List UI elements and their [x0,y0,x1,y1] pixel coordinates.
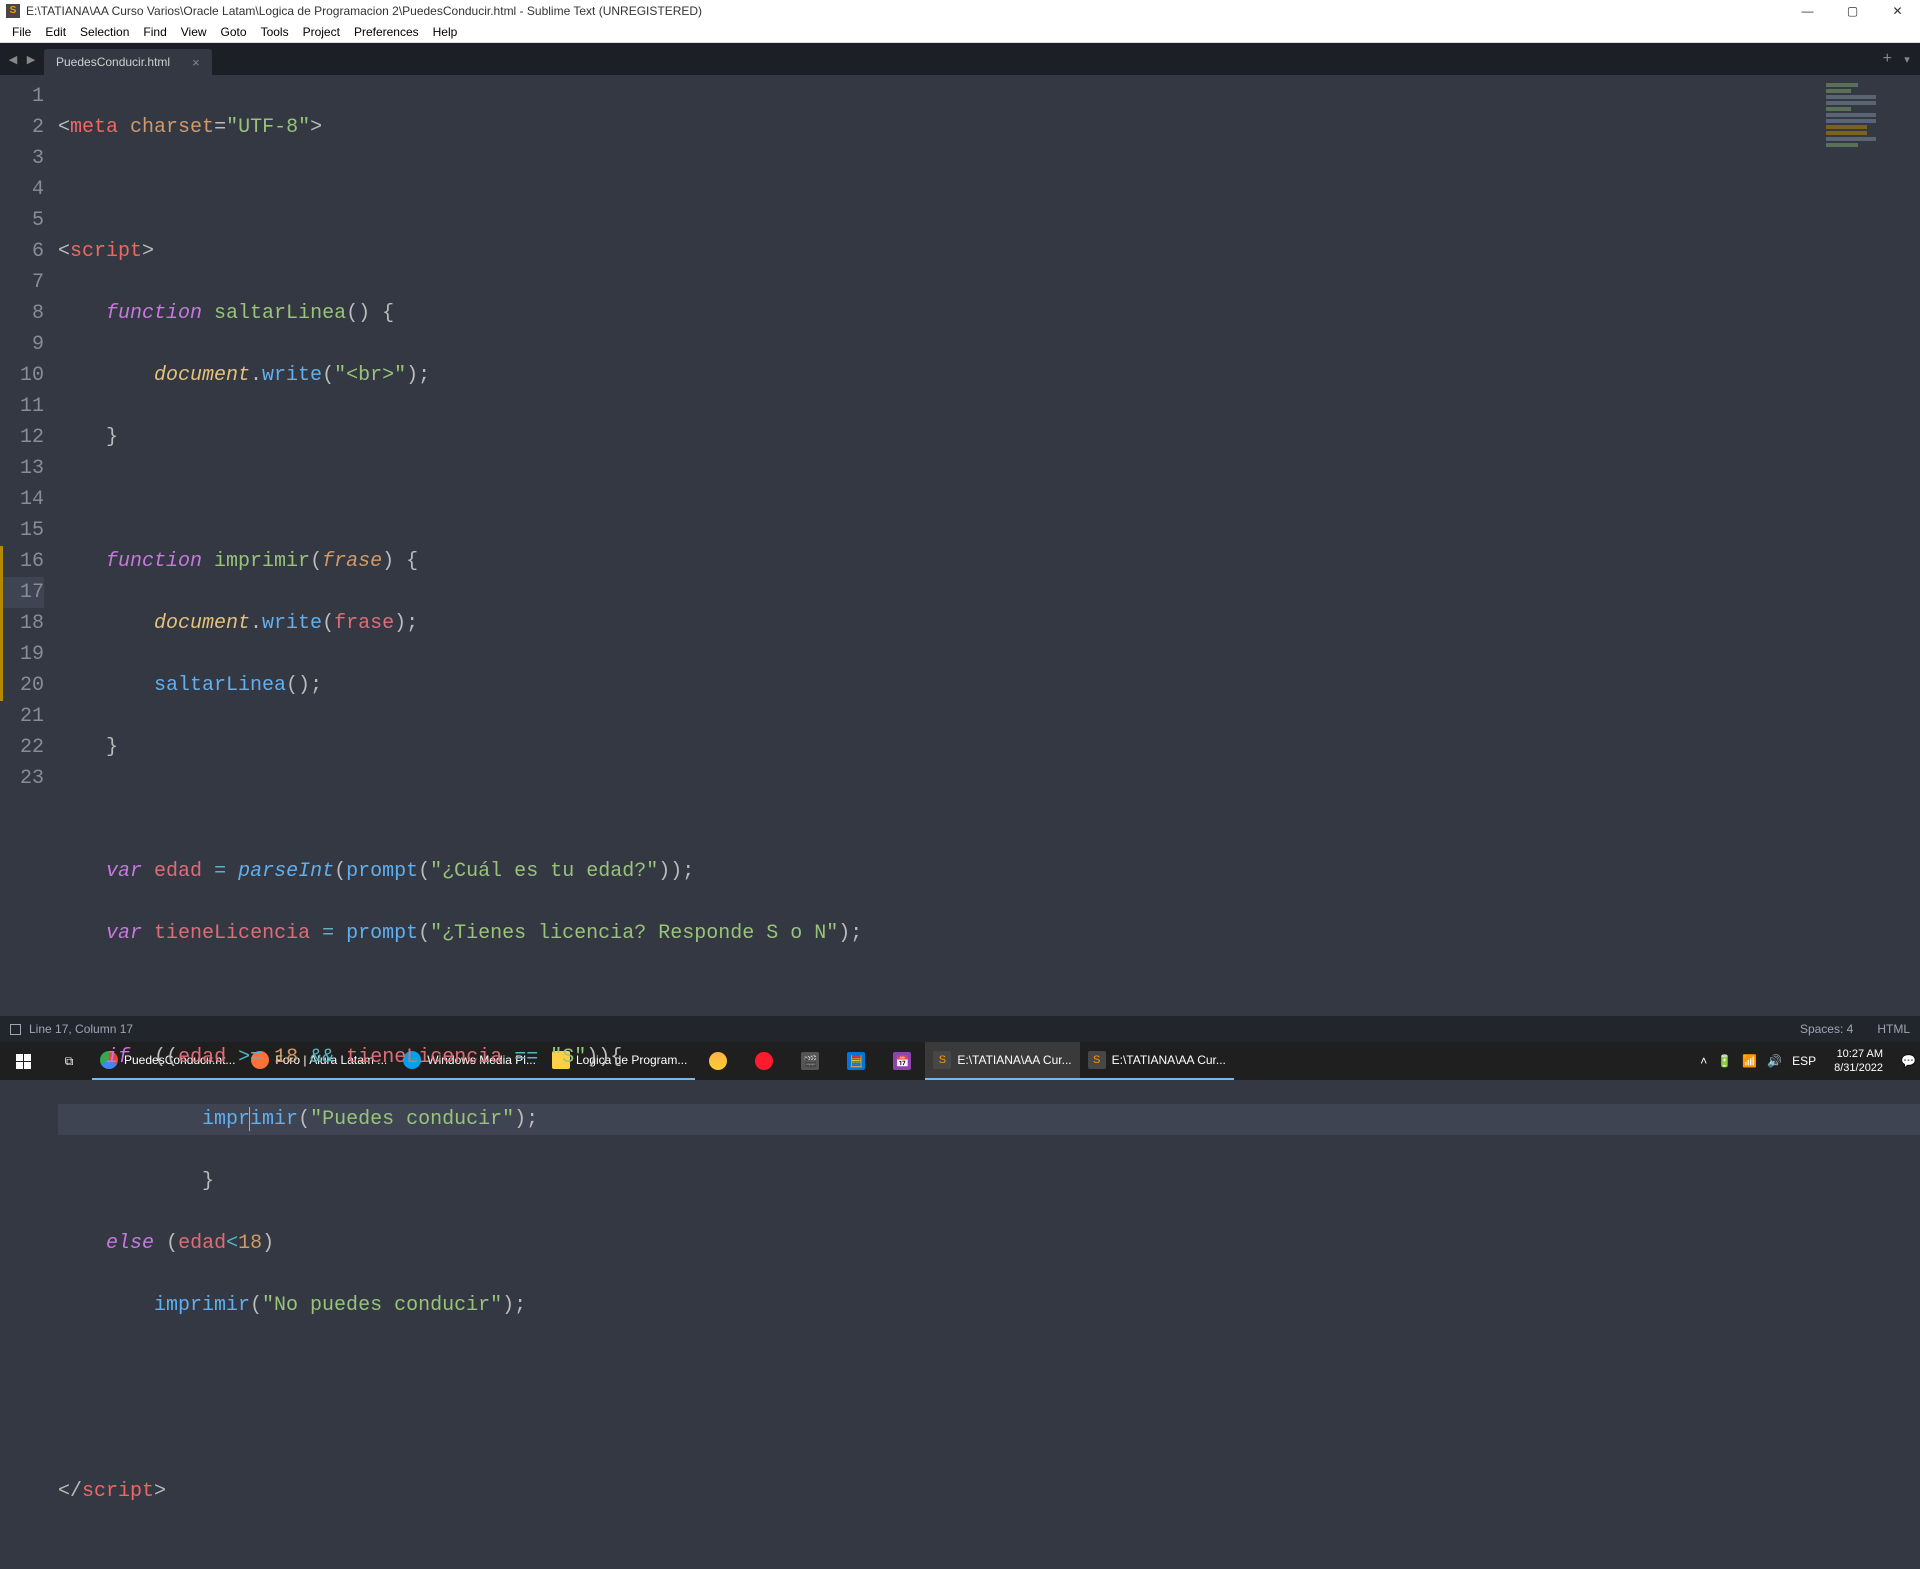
line-number: 15 [0,515,44,546]
menu-goto[interactable]: Goto [215,23,253,41]
line-number: 3 [0,143,44,174]
menu-help[interactable]: Help [427,23,464,41]
tab-menu-icon[interactable]: ▾ [1898,48,1916,70]
line-number: 10 [0,360,44,391]
menu-tools[interactable]: Tools [255,23,295,41]
line-number: 17 [0,577,44,608]
line-number: 1 [0,81,44,112]
menu-file[interactable]: File [6,23,37,41]
code-area[interactable]: <meta charset="UTF-8"> <script> function… [58,75,1920,1016]
tab-nav-right-icon[interactable]: ▶ [22,48,40,70]
line-number: 4 [0,174,44,205]
menu-preferences[interactable]: Preferences [348,23,425,41]
menu-selection[interactable]: Selection [74,23,135,41]
panel-toggle-icon[interactable] [10,1024,21,1035]
tab-strip: ◀ ▶ PuedesConducir.html × + ▾ [0,43,1920,75]
tab-label: PuedesConducir.html [56,55,170,69]
tab-puedesconducir[interactable]: PuedesConducir.html × [44,49,212,75]
line-number: 12 [0,422,44,453]
line-number: 18 [0,608,44,639]
line-number: 23 [0,763,44,794]
line-number: 5 [0,205,44,236]
menu-bar: File Edit Selection Find View Goto Tools… [0,21,1920,43]
minimize-button[interactable]: — [1785,0,1830,21]
new-tab-button[interactable]: + [1883,50,1892,68]
line-number: 22 [0,732,44,763]
line-number: 7 [0,267,44,298]
maximize-button[interactable]: ▢ [1830,0,1875,21]
line-number: 11 [0,391,44,422]
menu-find[interactable]: Find [137,23,172,41]
line-number: 20 [0,670,44,701]
line-number: 21 [0,701,44,732]
line-number: 6 [0,236,44,267]
title-bar: S E:\TATIANA\AA Curso Varios\Oracle Lata… [0,0,1920,21]
line-number: 2 [0,112,44,143]
menu-edit[interactable]: Edit [39,23,72,41]
menu-project[interactable]: Project [297,23,346,41]
minimap[interactable] [1826,81,1916,141]
app-icon: S [6,4,20,18]
line-number: 13 [0,453,44,484]
window-controls: — ▢ ✕ [1785,0,1920,21]
line-number: 8 [0,298,44,329]
line-number: 16 [0,546,44,577]
editor[interactable]: 1 2 3 4 5 6 7 8 9 10 11 12 13 14 15 16 1… [0,75,1920,1016]
line-number: 9 [0,329,44,360]
tab-nav-left-icon[interactable]: ◀ [4,48,22,70]
line-number: 14 [0,484,44,515]
line-number: 19 [0,639,44,670]
menu-view[interactable]: View [175,23,213,41]
tab-close-icon[interactable]: × [192,55,200,70]
line-gutter: 1 2 3 4 5 6 7 8 9 10 11 12 13 14 15 16 1… [0,75,58,1016]
close-button[interactable]: ✕ [1875,0,1920,21]
start-button[interactable] [0,1042,46,1080]
window-title: E:\TATIANA\AA Curso Varios\Oracle Latam\… [26,4,702,18]
